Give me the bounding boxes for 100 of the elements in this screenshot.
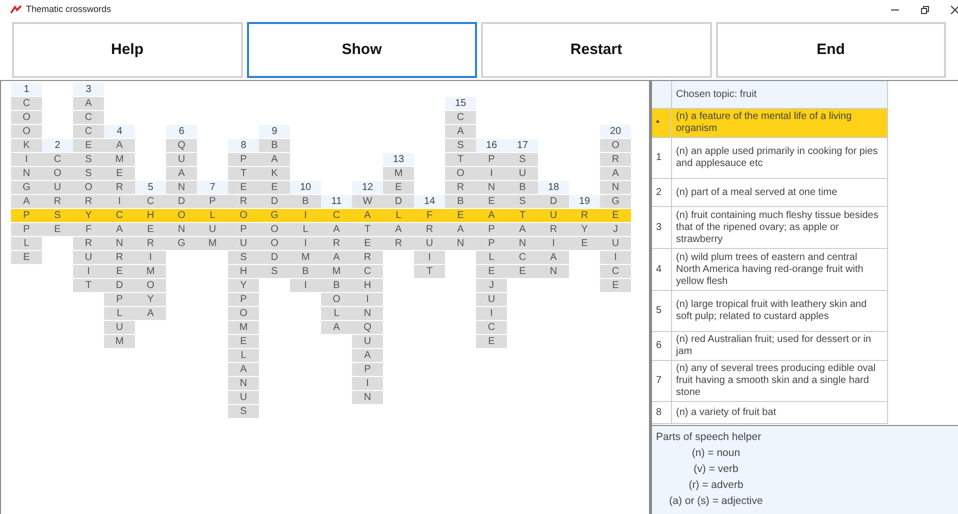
letter-cell: I <box>538 237 569 251</box>
letter-cell: R <box>104 181 135 195</box>
key-letter-cell: E <box>445 209 476 223</box>
letter-cell: B <box>290 195 321 209</box>
letter-cell: N <box>11 167 42 181</box>
letter-cell: E <box>228 335 259 349</box>
clue-row[interactable]: 2 (n) part of a meal served at one time <box>652 179 887 207</box>
key-letter-cell: H <box>135 209 166 223</box>
clue-number: 17 <box>507 139 538 153</box>
letter-cell: E <box>476 335 507 349</box>
clue-text: (n) red Australian fruit; used for dessert or in jam <box>676 334 872 358</box>
letter-cell: A <box>383 223 414 237</box>
clue-row[interactable]: 6 (n) red Australian fruit; used for dessert or in jam <box>652 332 887 361</box>
letter-cell: A <box>166 167 197 181</box>
letter-cell: W <box>352 195 383 209</box>
clue-text: (n) part of a meal served at one time <box>676 186 838 198</box>
letter-cell: U <box>197 223 228 237</box>
toolbar-button[interactable]: Help <box>12 22 242 78</box>
clue-row[interactable]: • (n) a feature of the mental life of a living organism <box>652 109 887 138</box>
letter-cell: O <box>11 125 42 139</box>
letter-cell: M <box>321 265 352 279</box>
key-letter-cell: A <box>476 209 507 223</box>
letter-cell: S <box>73 153 104 167</box>
letter-cell: T <box>73 279 104 293</box>
letter-cell: T <box>352 223 383 237</box>
letter-cell: D <box>166 195 197 209</box>
letter-cell: G <box>600 195 631 209</box>
letter-cell: P <box>228 293 259 307</box>
letter-cell: U <box>476 293 507 307</box>
clue-number: 12 <box>352 181 383 195</box>
letter-cell: S <box>228 251 259 265</box>
letter-cell: L <box>476 251 507 265</box>
clue-number: 15 <box>445 97 476 111</box>
clue-text: (n) wild plum trees of eastern and central North America having red-orange fruit with yellow flesh <box>676 252 864 288</box>
toolbar-button[interactable]: Restart <box>481 22 712 78</box>
clue-row[interactable]: 3 (n) fruit containing much fleshy tissue besides that of the ripened ovary; as apple or strawberry <box>652 207 887 249</box>
letter-cell: P <box>104 293 135 307</box>
letter-cell: P <box>352 363 383 377</box>
letter-cell: A <box>352 349 383 363</box>
letter-cell: R <box>73 195 104 209</box>
letter-cell: O <box>445 167 476 181</box>
letter-cell: B <box>259 139 290 153</box>
clue-row[interactable]: 1 (n) an apple used primarily in cooking for pies and applesauce etc <box>652 138 887 179</box>
letter-cell: O <box>259 237 290 251</box>
letter-cell: H <box>228 265 259 279</box>
letter-cell: O <box>321 293 352 307</box>
key-letter-cell: Y <box>73 209 104 223</box>
letter-cell: D <box>538 195 569 209</box>
key-letter-cell: C <box>321 209 352 223</box>
clue-number: 20 <box>600 125 631 139</box>
letter-cell: R <box>600 153 631 167</box>
letter-cell: N <box>352 307 383 321</box>
toolbar-button[interactable]: End <box>716 22 946 78</box>
letter-cell: C <box>135 195 166 209</box>
letter-cell: A <box>445 223 476 237</box>
letter-cell: C <box>476 321 507 335</box>
letter-cell: B <box>290 265 321 279</box>
letter-cell: I <box>73 265 104 279</box>
letter-cell: E <box>569 237 600 251</box>
letter-cell: D <box>104 279 135 293</box>
toolbar-button[interactable]: Show <box>246 22 477 78</box>
clue-row[interactable]: 7 (n) any of several trees producing edible oval fruit having a smooth skin and a single hard stone <box>652 361 887 402</box>
letter-cell: O <box>42 167 73 181</box>
letter-cell: U <box>507 167 538 181</box>
letter-cell: M <box>197 237 228 251</box>
letter-cell: I <box>352 293 383 307</box>
letter-cell: A <box>600 167 631 181</box>
window-title: Thematic crosswords <box>26 3 112 16</box>
letter-cell: S <box>259 265 290 279</box>
letter-cell: R <box>228 195 259 209</box>
letter-cell: N <box>445 237 476 251</box>
clue-number: 7 <box>197 181 228 195</box>
letter-cell: L <box>290 223 321 237</box>
topic-header: Chosen topic: fruit <box>675 88 758 102</box>
letter-cell: Q <box>352 321 383 335</box>
key-letter-cell: G <box>259 209 290 223</box>
letter-cell: R <box>42 195 73 209</box>
letter-cell: E <box>476 195 507 209</box>
close-icon[interactable] <box>950 5 958 15</box>
letter-cell: I <box>414 251 445 265</box>
letter-cell: N <box>538 265 569 279</box>
letter-cell: I <box>352 377 383 391</box>
letter-cell: E <box>228 181 259 195</box>
letter-cell: K <box>11 139 42 153</box>
restore-icon[interactable] <box>920 5 930 15</box>
letter-cell: A <box>321 223 352 237</box>
letter-cell: C <box>11 97 42 111</box>
clue-row[interactable]: 4 (n) wild plum trees of eastern and central North America having red-orange fruit with yellow flesh <box>652 249 887 291</box>
letter-cell: E <box>507 265 538 279</box>
helper-line: (v) = verb <box>692 462 740 477</box>
letter-cell: E <box>11 251 42 265</box>
clue-row[interactable]: 8 (n) a variety of fruit bat <box>652 402 887 424</box>
key-letter-cell: C <box>104 209 135 223</box>
letter-cell: N <box>352 391 383 405</box>
letter-cell: R <box>104 251 135 265</box>
letter-cell: E <box>104 167 135 181</box>
letter-cell: P <box>228 153 259 167</box>
letter-cell: L <box>104 307 135 321</box>
letter-cell: N <box>166 223 197 237</box>
clue-row[interactable]: 5 (n) large tropical fruit with leathery skin and soft pulp; related to custard apples <box>652 291 887 332</box>
